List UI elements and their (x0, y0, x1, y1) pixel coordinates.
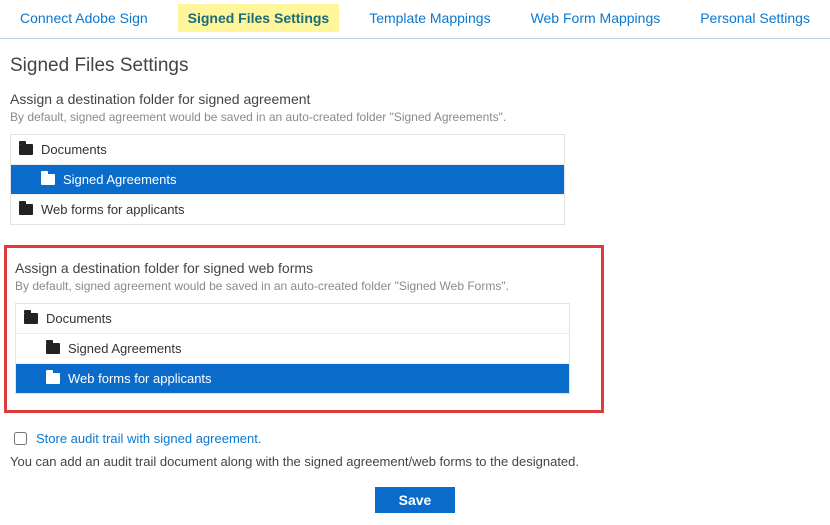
section-webforms-help: By default, signed agreement would be sa… (15, 279, 593, 293)
tab-signed-files-settings[interactable]: Signed Files Settings (178, 4, 340, 32)
tab-web-form-mappings[interactable]: Web Form Mappings (521, 4, 671, 32)
folder-icon (19, 144, 33, 155)
folder-row-signed-agreements[interactable]: Signed Agreements (16, 333, 569, 363)
folder-tree-webforms: Documents Signed Agreements Web forms fo… (15, 303, 570, 394)
folder-row-web-forms-applicants[interactable]: Web forms for applicants (16, 363, 569, 393)
folder-label: Web forms for applicants (68, 371, 212, 386)
tab-connect-adobe-sign[interactable]: Connect Adobe Sign (10, 4, 158, 32)
folder-row-web-forms-applicants[interactable]: Web forms for applicants (11, 194, 564, 224)
folder-label: Signed Agreements (63, 172, 176, 187)
audit-trail-row: Store audit trail with signed agreement. (10, 429, 820, 448)
tab-personal-settings[interactable]: Personal Settings (690, 4, 820, 32)
page-title: Signed Files Settings (10, 55, 820, 77)
folder-row-documents[interactable]: Documents (11, 135, 564, 164)
section-agreement-title: Assign a destination folder for signed a… (10, 91, 820, 107)
section-agreement-help: By default, signed agreement would be sa… (10, 110, 820, 124)
section-webforms-title: Assign a destination folder for signed w… (15, 260, 593, 276)
folder-icon (46, 343, 60, 354)
folder-label: Signed Agreements (68, 341, 181, 356)
folder-label: Documents (46, 311, 112, 326)
folder-label: Web forms for applicants (41, 202, 185, 217)
tab-bar: Connect Adobe Sign Signed Files Settings… (0, 0, 830, 39)
audit-trail-help: You can add an audit trail document alon… (10, 454, 820, 469)
folder-icon (46, 373, 60, 384)
tab-template-mappings[interactable]: Template Mappings (359, 4, 500, 32)
folder-tree-agreement: Documents Signed Agreements Web forms fo… (10, 134, 565, 225)
folder-icon (41, 174, 55, 185)
audit-trail-checkbox[interactable] (14, 432, 27, 445)
highlighted-section: Assign a destination folder for signed w… (4, 245, 604, 413)
folder-icon (24, 313, 38, 324)
folder-icon (19, 204, 33, 215)
folder-row-signed-agreements[interactable]: Signed Agreements (11, 164, 564, 194)
save-button[interactable]: Save (375, 487, 456, 513)
folder-label: Documents (41, 142, 107, 157)
folder-row-documents[interactable]: Documents (16, 304, 569, 333)
audit-trail-label[interactable]: Store audit trail with signed agreement. (36, 431, 261, 446)
